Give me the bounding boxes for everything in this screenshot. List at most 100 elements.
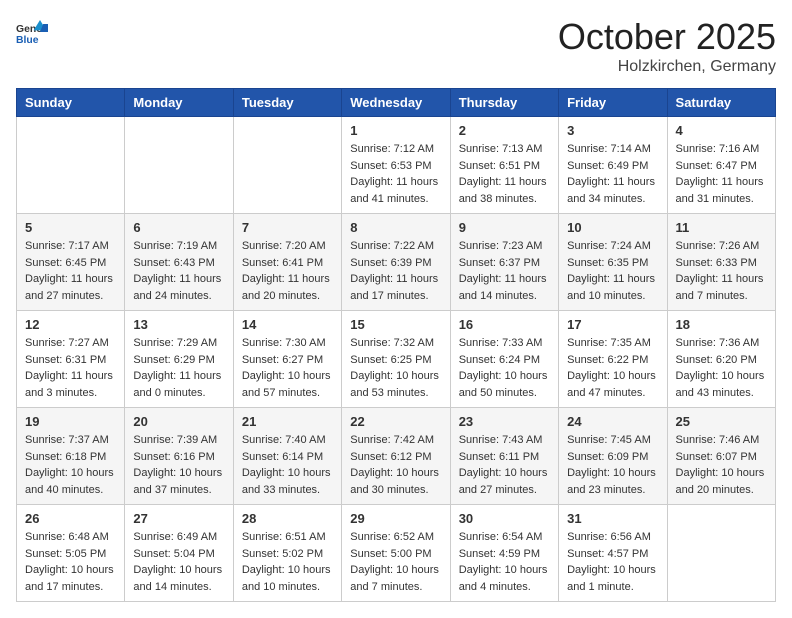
day-number: 16 <box>459 317 550 332</box>
calendar-cell: 11 Sunrise: 7:26 AM Sunset: 6:33 PM Dayli… <box>667 214 775 311</box>
calendar-cell: 28 Sunrise: 6:51 AM Sunset: 5:02 PM Dayli… <box>233 505 341 602</box>
day-number: 26 <box>25 511 116 526</box>
day-number: 15 <box>350 317 441 332</box>
calendar-cell: 24 Sunrise: 7:45 AM Sunset: 6:09 PM Dayli… <box>559 408 667 505</box>
day-info: Sunrise: 7:19 AM Sunset: 6:43 PM Dayligh… <box>133 238 224 304</box>
calendar-cell: 10 Sunrise: 7:24 AM Sunset: 6:35 PM Dayli… <box>559 214 667 311</box>
calendar-cell: 12 Sunrise: 7:27 AM Sunset: 6:31 PM Dayli… <box>17 311 125 408</box>
calendar-cell: 30 Sunrise: 6:54 AM Sunset: 4:59 PM Dayli… <box>450 505 558 602</box>
month-title: October 2025 <box>558 16 776 58</box>
calendar-cell: 18Sunrise: 7:36 AM Sunset: 6:20 PM Dayli… <box>667 311 775 408</box>
day-number: 10 <box>567 220 658 235</box>
calendar-cell: 15 Sunrise: 7:32 AM Sunset: 6:25 PM Dayli… <box>342 311 450 408</box>
day-number: 1 <box>350 123 441 138</box>
calendar-cell <box>17 117 125 214</box>
day-info: Sunrise: 7:16 AM Sunset: 6:47 PM Dayligh… <box>676 141 767 207</box>
svg-text:Blue: Blue <box>16 35 39 46</box>
day-number: 17 <box>567 317 658 332</box>
calendar-cell: 14Sunrise: 7:30 AM Sunset: 6:27 PM Dayli… <box>233 311 341 408</box>
calendar-cell: 4 Sunrise: 7:16 AM Sunset: 6:47 PM Daylig… <box>667 117 775 214</box>
day-number: 7 <box>242 220 333 235</box>
day-number: 30 <box>459 511 550 526</box>
day-info: Sunrise: 7:26 AM Sunset: 6:33 PM Dayligh… <box>676 238 767 304</box>
calendar-cell: 17 Sunrise: 7:35 AM Sunset: 6:22 PM Dayli… <box>559 311 667 408</box>
day-number: 29 <box>350 511 441 526</box>
calendar-cell <box>125 117 233 214</box>
day-number: 13 <box>133 317 224 332</box>
calendar-cell: 31 Sunrise: 6:56 AM Sunset: 4:57 PM Dayli… <box>559 505 667 602</box>
day-info: Sunrise: 7:42 AM Sunset: 6:12 PM Dayligh… <box>350 432 441 498</box>
calendar-cell <box>667 505 775 602</box>
calendar-cell: 5 Sunrise: 7:17 AM Sunset: 6:45 PM Daylig… <box>17 214 125 311</box>
day-number: 8 <box>350 220 441 235</box>
calendar-week-row: 19Sunrise: 7:37 AM Sunset: 6:18 PM Dayli… <box>17 408 776 505</box>
weekday-header: Thursday <box>450 89 558 117</box>
day-info: Sunrise: 7:20 AM Sunset: 6:41 PM Dayligh… <box>242 238 333 304</box>
day-number: 6 <box>133 220 224 235</box>
calendar-cell: 20Sunrise: 7:39 AM Sunset: 6:16 PM Dayli… <box>125 408 233 505</box>
weekday-header: Saturday <box>667 89 775 117</box>
calendar-cell: 9 Sunrise: 7:23 AM Sunset: 6:37 PM Daylig… <box>450 214 558 311</box>
day-number: 9 <box>459 220 550 235</box>
calendar-cell: 3Sunrise: 7:14 AM Sunset: 6:49 PM Daylig… <box>559 117 667 214</box>
day-info: Sunrise: 7:32 AM Sunset: 6:25 PM Dayligh… <box>350 335 441 401</box>
calendar-cell: 1 Sunrise: 7:12 AM Sunset: 6:53 PM Daylig… <box>342 117 450 214</box>
title-area: October 2025 Holzkirchen, Germany <box>558 16 776 76</box>
weekday-header: Monday <box>125 89 233 117</box>
day-number: 4 <box>676 123 767 138</box>
day-number: 11 <box>676 220 767 235</box>
day-number: 24 <box>567 414 658 429</box>
calendar-cell: 22 Sunrise: 7:42 AM Sunset: 6:12 PM Dayli… <box>342 408 450 505</box>
calendar-cell: 21Sunrise: 7:40 AM Sunset: 6:14 PM Dayli… <box>233 408 341 505</box>
day-info: Sunrise: 7:36 AM Sunset: 6:20 PM Dayligh… <box>676 335 767 401</box>
day-info: Sunrise: 7:14 AM Sunset: 6:49 PM Dayligh… <box>567 141 658 207</box>
day-number: 5 <box>25 220 116 235</box>
day-info: Sunrise: 7:27 AM Sunset: 6:31 PM Dayligh… <box>25 335 116 401</box>
calendar-week-row: 5 Sunrise: 7:17 AM Sunset: 6:45 PM Daylig… <box>17 214 776 311</box>
calendar-week-row: 1 Sunrise: 7:12 AM Sunset: 6:53 PM Daylig… <box>17 117 776 214</box>
calendar-cell: 8 Sunrise: 7:22 AM Sunset: 6:39 PM Daylig… <box>342 214 450 311</box>
day-info: Sunrise: 7:30 AM Sunset: 6:27 PM Dayligh… <box>242 335 333 401</box>
day-info: Sunrise: 7:12 AM Sunset: 6:53 PM Dayligh… <box>350 141 441 207</box>
day-info: Sunrise: 6:56 AM Sunset: 4:57 PM Dayligh… <box>567 529 658 595</box>
day-number: 25 <box>676 414 767 429</box>
day-info: Sunrise: 6:48 AM Sunset: 5:05 PM Dayligh… <box>25 529 116 595</box>
day-number: 23 <box>459 414 550 429</box>
calendar-cell: 19Sunrise: 7:37 AM Sunset: 6:18 PM Dayli… <box>17 408 125 505</box>
day-number: 20 <box>133 414 224 429</box>
logo-icon: General Blue <box>16 16 48 48</box>
day-number: 2 <box>459 123 550 138</box>
day-number: 12 <box>25 317 116 332</box>
day-info: Sunrise: 7:45 AM Sunset: 6:09 PM Dayligh… <box>567 432 658 498</box>
day-info: Sunrise: 7:22 AM Sunset: 6:39 PM Dayligh… <box>350 238 441 304</box>
page-header: General Blue October 2025 Holzkirchen, G… <box>16 16 776 76</box>
day-info: Sunrise: 7:29 AM Sunset: 6:29 PM Dayligh… <box>133 335 224 401</box>
calendar-cell: 23 Sunrise: 7:43 AM Sunset: 6:11 PM Dayli… <box>450 408 558 505</box>
calendar-cell: 26 Sunrise: 6:48 AM Sunset: 5:05 PM Dayli… <box>17 505 125 602</box>
calendar-cell: 7 Sunrise: 7:20 AM Sunset: 6:41 PM Daylig… <box>233 214 341 311</box>
day-number: 19 <box>25 414 116 429</box>
calendar-cell: 16 Sunrise: 7:33 AM Sunset: 6:24 PM Dayli… <box>450 311 558 408</box>
day-info: Sunrise: 7:17 AM Sunset: 6:45 PM Dayligh… <box>25 238 116 304</box>
calendar-cell: 6 Sunrise: 7:19 AM Sunset: 6:43 PM Daylig… <box>125 214 233 311</box>
calendar-cell: 13 Sunrise: 7:29 AM Sunset: 6:29 PM Dayli… <box>125 311 233 408</box>
day-number: 31 <box>567 511 658 526</box>
logo: General Blue <box>16 16 48 48</box>
day-info: Sunrise: 7:23 AM Sunset: 6:37 PM Dayligh… <box>459 238 550 304</box>
calendar-cell <box>233 117 341 214</box>
weekday-header: Friday <box>559 89 667 117</box>
day-info: Sunrise: 7:24 AM Sunset: 6:35 PM Dayligh… <box>567 238 658 304</box>
day-number: 28 <box>242 511 333 526</box>
calendar-table: SundayMondayTuesdayWednesdayThursdayFrid… <box>16 88 776 602</box>
day-number: 27 <box>133 511 224 526</box>
day-info: Sunrise: 7:33 AM Sunset: 6:24 PM Dayligh… <box>459 335 550 401</box>
day-info: Sunrise: 6:51 AM Sunset: 5:02 PM Dayligh… <box>242 529 333 595</box>
calendar-week-row: 12 Sunrise: 7:27 AM Sunset: 6:31 PM Dayli… <box>17 311 776 408</box>
day-info: Sunrise: 7:35 AM Sunset: 6:22 PM Dayligh… <box>567 335 658 401</box>
day-number: 22 <box>350 414 441 429</box>
day-info: Sunrise: 7:43 AM Sunset: 6:11 PM Dayligh… <box>459 432 550 498</box>
calendar-week-row: 26 Sunrise: 6:48 AM Sunset: 5:05 PM Dayli… <box>17 505 776 602</box>
day-number: 21 <box>242 414 333 429</box>
day-info: Sunrise: 6:54 AM Sunset: 4:59 PM Dayligh… <box>459 529 550 595</box>
weekday-header-row: SundayMondayTuesdayWednesdayThursdayFrid… <box>17 89 776 117</box>
